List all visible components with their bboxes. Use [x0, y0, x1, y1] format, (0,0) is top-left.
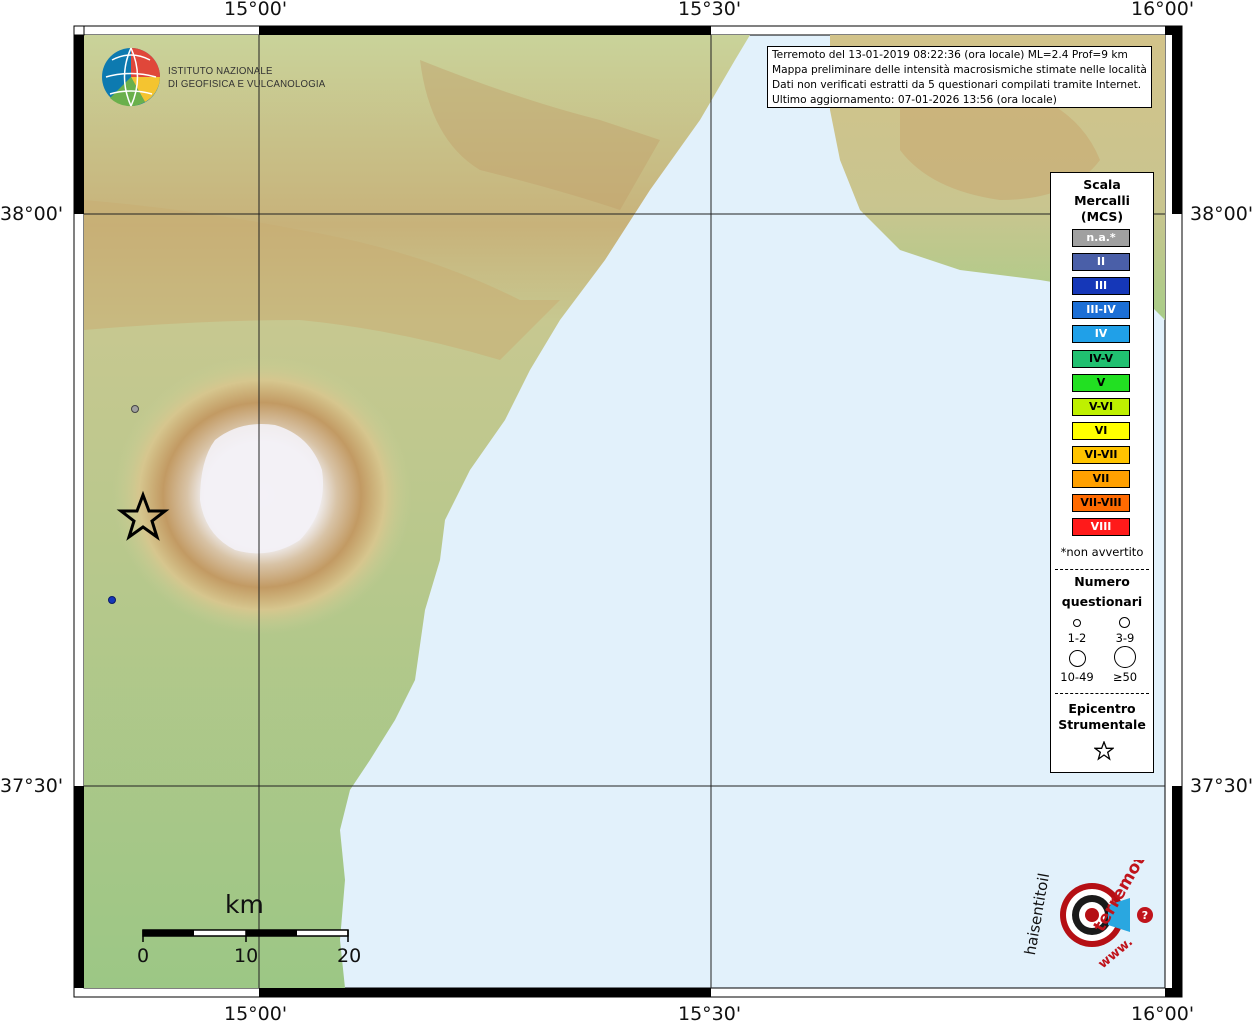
count-label-3-9: 3-9 — [1115, 631, 1135, 645]
lon-label-15-30-top: 15°30' — [678, 0, 742, 20]
event-info-line-2: Mappa preliminare delle intensità macros… — [772, 64, 1147, 76]
legend-separator-1 — [1055, 569, 1149, 570]
count-title-line-1: Numero — [1074, 574, 1130, 589]
intensity-swatch-ii: II — [1072, 253, 1130, 272]
lat-label-37-30-left: 37°30' — [0, 775, 64, 797]
intensity-swatch-n-a: n.a.* — [1072, 229, 1130, 247]
questionnaire-point-2[interactable] — [108, 596, 116, 604]
event-info-box: Terremoto del 13-01-2019 08:22:36 (ora l… — [767, 46, 1152, 108]
intensity-swatch-viii: VIII — [1072, 518, 1130, 537]
epicenter-title-line-1: Epicentro — [1068, 701, 1136, 716]
intensity-swatch-iii: III — [1072, 277, 1130, 296]
lon-label-15-30-bottom: 15°30' — [678, 1003, 742, 1025]
event-info-line-3: Dati non verificati estratti da 5 questi… — [772, 79, 1142, 91]
event-info-line-4: Ultimo aggiornamento: 07-01-2026 13:56 (… — [772, 94, 1057, 106]
ingv-line-1: ISTITUTO NAZIONALE — [168, 65, 273, 77]
lon-label-16-00-top: 16°00' — [1131, 0, 1195, 20]
count-circle-medium — [1119, 617, 1130, 628]
intensity-swatch-iv-v: IV-V — [1072, 349, 1130, 368]
count-label-50-plus: ≥50 — [1112, 670, 1138, 684]
scale-label-0: 0 — [137, 945, 150, 967]
count-title-line-2: questionari — [1061, 594, 1143, 609]
legend-separator-2 — [1055, 693, 1149, 694]
legend-panel: Scala Mercalli (MCS) n.a.* II III III-IV IV I… — [1050, 172, 1154, 773]
count-circle-large — [1069, 650, 1086, 667]
hsit-logo-text: terremoto.it haisentitoil www. — [1021, 860, 1160, 972]
lat-label-37-30-right: 37°30' — [1190, 775, 1254, 797]
intensity-swatch-vi-vii: VI-VII — [1072, 445, 1130, 464]
lon-label-16-00-bottom: 16°00' — [1131, 1003, 1195, 1025]
lon-label-15-00-top: 15°00' — [224, 0, 288, 20]
legend-title-line-1: Scala — [1083, 177, 1121, 192]
hsit-text-red: terremoto.it — [1090, 860, 1160, 935]
count-label-1-2: 1-2 — [1067, 631, 1087, 645]
questionnaire-point-1[interactable] — [131, 405, 139, 413]
lat-label-38-00-right: 38°00' — [1190, 203, 1254, 225]
intensity-swatch-vii-viii: VII-VIII — [1072, 494, 1130, 513]
intensity-swatch-v-vi: V-VI — [1072, 397, 1130, 416]
event-info-line-1: Terremoto del 13-01-2019 08:22:36 (ora l… — [772, 49, 1128, 61]
scale-label-10: 10 — [234, 945, 259, 967]
hsit-text-black: haisentitoil — [1021, 872, 1053, 957]
count-label-10-49: 10-49 — [1060, 670, 1094, 684]
not-felt-note: *non avvertito — [1060, 545, 1144, 559]
ingv-line-2: DI GEOFISICA E VULCANOLOGIA — [168, 78, 326, 90]
ingv-logo-text: ISTITUTO NAZIONALE DI GEOFISICA E VULCAN… — [168, 65, 325, 91]
scale-bar-unit: km — [225, 890, 264, 919]
epicenter-title-line-2: Strumentale — [1058, 717, 1146, 732]
intensity-swatch-vii: VII — [1072, 470, 1130, 488]
count-circle-xlarge — [1114, 646, 1136, 668]
intensity-swatch-vi: VI — [1072, 421, 1130, 440]
etna-summit — [200, 424, 324, 554]
legend-star-icon — [1094, 741, 1114, 761]
scale-label-20: 20 — [337, 945, 362, 967]
lat-label-38-00-left: 38°00' — [0, 203, 64, 225]
lon-label-15-00-bottom: 15°00' — [224, 1003, 288, 1025]
intensity-swatch-iv: IV — [1072, 325, 1130, 344]
hsit-text-www: www. — [1096, 935, 1136, 972]
ingv-globe-icon — [102, 47, 160, 107]
legend-title: Scala Mercalli (MCS) — [1051, 177, 1153, 225]
intensity-swatch-iii-iv: III-IV — [1072, 301, 1130, 320]
intensity-swatch-v: V — [1072, 373, 1130, 392]
count-circle-small — [1073, 619, 1081, 627]
legend-title-line-2: Mercalli — [1074, 193, 1130, 208]
legend-title-line-3: (MCS) — [1080, 209, 1124, 224]
